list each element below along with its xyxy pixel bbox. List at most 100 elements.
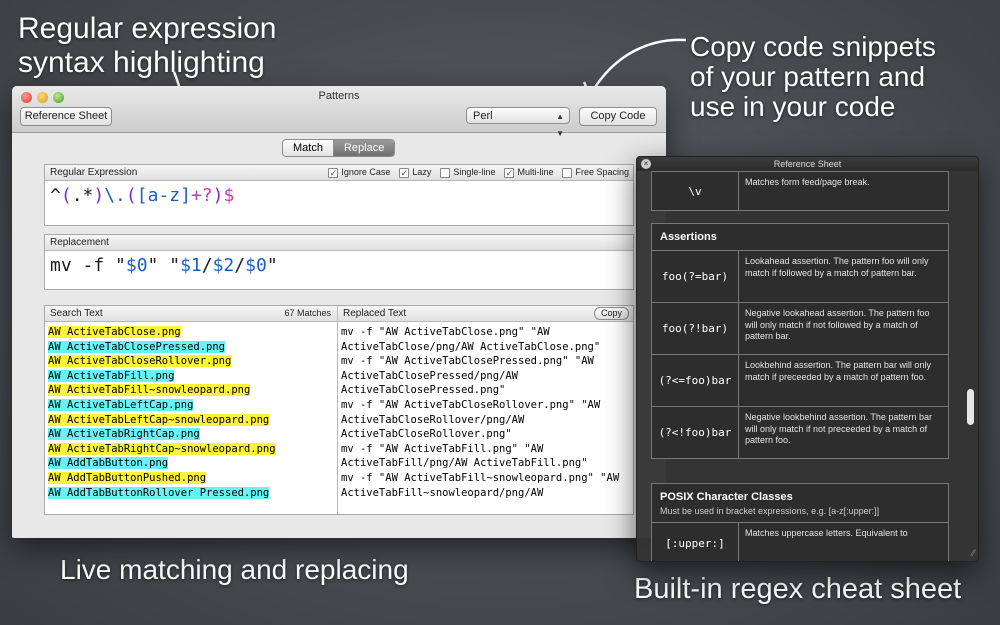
- search-text-area[interactable]: AW ActiveTabClose.png AW ActiveTabClosePr…: [45, 322, 337, 503]
- copy-code-button[interactable]: Copy Code: [579, 107, 657, 126]
- reference-key: [:upper:]: [652, 523, 739, 561]
- regex-token: $: [223, 185, 235, 206]
- language-select-value: Perl: [473, 110, 493, 122]
- checkbox[interactable]: ✓: [504, 167, 515, 178]
- match-highlight: AW AddTabButtonRollover Pressed.png: [48, 486, 270, 499]
- search-text-panel: Search Text 67 Matches AW ActiveTabClose…: [45, 306, 338, 514]
- regex-token: ^: [50, 185, 61, 206]
- replacement-token: $1: [180, 255, 202, 276]
- caption-cheat-sheet: Built-in regex cheat sheet: [634, 573, 962, 605]
- match-highlight: AW ActiveTabFill.png: [48, 369, 175, 382]
- replaced-line: ActiveTabFill~snowleopard/png/AW: [341, 486, 544, 499]
- checkbox[interactable]: [440, 167, 451, 178]
- checkbox[interactable]: [562, 167, 573, 178]
- replacement-token: mv -f ": [50, 255, 126, 276]
- search-line: AW AddTabButtonPushed.png: [48, 471, 334, 486]
- reference-row: foo(?=bar) Lookahead assertion. The patte…: [652, 251, 948, 302]
- updown-chevron-icon: ▲ ▼: [556, 112, 564, 138]
- match-count: 67 Matches: [284, 308, 331, 318]
- replacement-panel-header: Replacement: [45, 235, 633, 251]
- reference-desc: Matches uppercase letters. Equivalent to: [745, 528, 908, 538]
- resize-grip-icon[interactable]: ⁄⁄: [972, 548, 975, 558]
- caption-line: Regular expression: [18, 12, 277, 45]
- caption-line: Copy code snippets: [690, 31, 936, 62]
- regex-options: ✓ Ignore Case ✓ Lazy Single-line ✓ Multi-line F…: [328, 165, 629, 180]
- tab-replace[interactable]: Replace: [333, 140, 395, 156]
- match-highlight: AW ActiveTabFill~snowleopard.png: [48, 384, 251, 397]
- replacement-token: /: [234, 255, 246, 276]
- search-line: AW ActiveTabFill~snowleopard.png: [48, 383, 334, 398]
- reference-scrollbar[interactable]: [966, 173, 975, 549]
- copy-button[interactable]: Copy: [593, 307, 629, 320]
- reference-key: \v: [652, 172, 739, 210]
- search-line: AW ActiveTabRightCap~snowleopard.png: [48, 442, 334, 457]
- replaced-line: ActiveTabCloseRollover/png/AW: [341, 413, 525, 426]
- tab-match[interactable]: Match: [283, 140, 334, 156]
- regex-panel-header: Regular Expression ✓ Ignore Case ✓ Lazy Sing…: [45, 165, 633, 181]
- posix-table: POSIX Character Classes Must be used in …: [651, 483, 949, 561]
- reference-desc: Lookbehind assertion. The pattern bar wi…: [745, 360, 931, 382]
- replaced-text-panel: Replaced Text Copy mv -f "AW ActiveTabCl…: [338, 306, 633, 514]
- regex-token: ): [212, 185, 224, 206]
- reference-row: [:upper:] Matches uppercase letters. Equ…: [652, 522, 948, 561]
- replaced-line: mv -f "AW ActiveTabCloseRollover.png" "A…: [341, 398, 601, 411]
- reference-row: (?<=foo)bar Lookbehind assertion. The pat…: [652, 354, 948, 406]
- match-highlight: AW ActiveTabCloseRollover.png: [48, 355, 232, 368]
- search-line: AW ActiveTabClose.png: [48, 325, 334, 340]
- search-line: AW ActiveTabCloseRollover.png: [48, 354, 334, 369]
- replaced-line: ActiveTabCloseRollover.png": [341, 428, 512, 441]
- replacement-token: $2: [212, 255, 235, 276]
- text-panels: Search Text 67 Matches AW ActiveTabClose…: [44, 305, 634, 515]
- reference-key: foo(?=bar): [652, 251, 739, 302]
- replacement-panel: Replacement mv -f "$0" "$1/$2/$0": [44, 234, 634, 290]
- option-ignore-case[interactable]: ✓ Ignore Case: [328, 165, 390, 180]
- search-line: AW ActiveTabLeftCap~snowleopard.png: [48, 413, 334, 428]
- regex-token: [a-z]: [136, 185, 191, 206]
- patterns-window: Patterns Reference Sheet Perl ▲ ▼ Copy Co…: [12, 86, 666, 538]
- caption-live-matching: Live matching and replacing: [60, 554, 409, 585]
- search-line: AW ActiveTabRightCap.png: [48, 427, 334, 442]
- option-single-line[interactable]: Single-line: [440, 165, 495, 180]
- reference-row: (?<!foo)bar Negative lookbehind assertion…: [652, 406, 948, 458]
- replacement-token: " ": [147, 255, 181, 276]
- option-free-spacing[interactable]: Free Spacing: [562, 165, 629, 180]
- window-title: Patterns: [318, 90, 360, 102]
- reference-key: (?<=foo)bar: [652, 355, 739, 406]
- replaced-line: ActiveTabClose/png/AW ActiveTabClose.png…: [341, 340, 601, 353]
- regex-input[interactable]: ^(.*)\.([a-z]+?)$: [45, 181, 633, 210]
- replacement-token: $0: [125, 255, 148, 276]
- option-lazy[interactable]: ✓ Lazy: [399, 165, 431, 180]
- match-highlight: AW ActiveTabLeftCap.png: [48, 398, 194, 411]
- match-highlight: AW AddTabButton.png: [48, 457, 169, 470]
- replacement-token: /: [201, 255, 213, 276]
- checkbox[interactable]: ✓: [399, 167, 410, 178]
- assertions-table: Assertions foo(?=bar) Lookahead assertion…: [651, 223, 949, 459]
- search-line: AW AddTabButton.png: [48, 456, 334, 471]
- replacement-input[interactable]: mv -f "$0" "$1/$2/$0": [45, 251, 633, 280]
- assertions-heading: Assertions: [652, 224, 948, 251]
- search-text-header: Search Text 67 Matches: [45, 306, 337, 322]
- close-icon[interactable]: ×: [641, 159, 651, 169]
- reference-sheet-button[interactable]: Reference Sheet: [20, 107, 112, 126]
- replacement-token: $0: [245, 255, 267, 276]
- reference-key: foo(?!bar): [652, 303, 739, 354]
- caption-syntax-highlighting: Regular expression syntax highlighting: [18, 12, 276, 80]
- caption-copy-code: Copy code snippets of your pattern and u…: [690, 32, 936, 122]
- option-multi-line[interactable]: ✓ Multi-line: [504, 165, 553, 180]
- regex-token: (: [60, 185, 72, 206]
- replaced-text-area[interactable]: mv -f "AW ActiveTabClose.png" "AW ActiveT…: [338, 322, 633, 503]
- language-select[interactable]: Perl ▲ ▼: [466, 107, 570, 138]
- option-label: Lazy: [412, 167, 432, 177]
- regex-token: .*: [71, 185, 94, 206]
- scrollbar-thumb[interactable]: [967, 389, 974, 425]
- title-bar: Patterns Reference Sheet Perl ▲ ▼ Copy Co…: [12, 86, 666, 138]
- replaced-line: ActiveTabClosePressed/png/AW: [341, 369, 519, 382]
- regex-token: (: [125, 185, 137, 206]
- checkbox[interactable]: ✓: [328, 167, 339, 178]
- assertions-rows: foo(?=bar) Lookahead assertion. The patte…: [652, 251, 948, 458]
- posix-subtitle: Must be used in bracket expressions, e.g…: [660, 506, 880, 516]
- regex-token: \.: [104, 185, 126, 206]
- option-label: Single-line: [453, 167, 496, 177]
- replaced-line: ActiveTabFill/png/AW ActiveTabFill.png": [341, 457, 588, 470]
- reference-table-top: \v Matches form feed/page break.: [651, 171, 949, 211]
